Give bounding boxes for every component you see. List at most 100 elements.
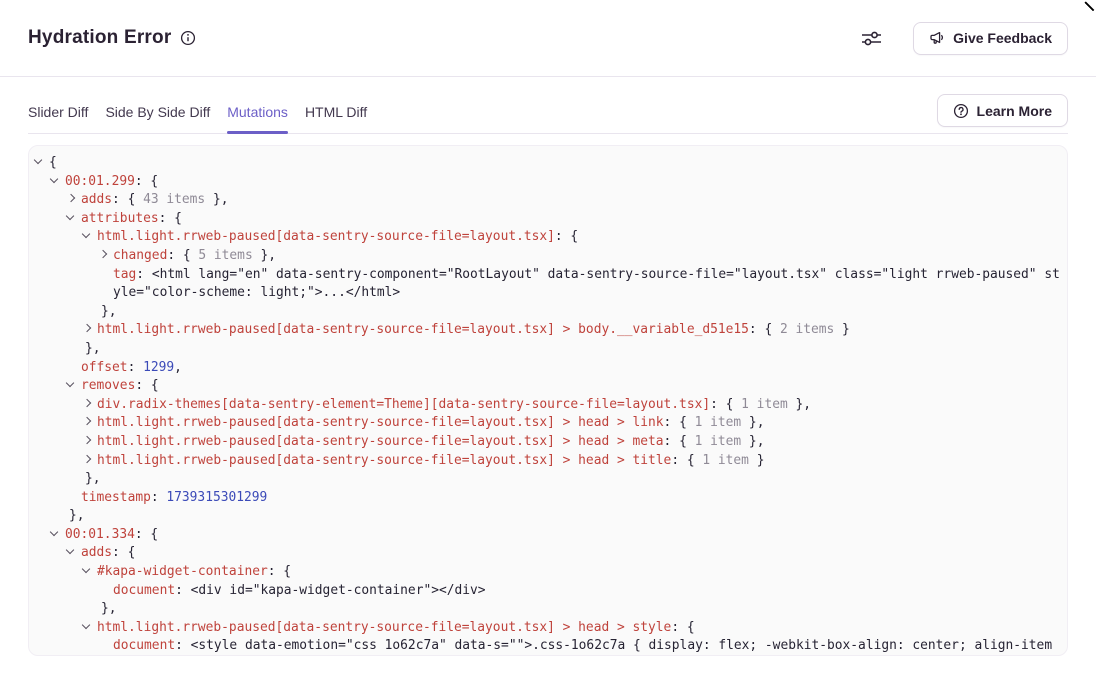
chevron-right-icon[interactable] xyxy=(83,414,97,433)
tree-plain: }, xyxy=(69,508,85,523)
megaphone-icon xyxy=(929,30,945,46)
tree-muted: 43 items xyxy=(143,192,205,207)
tree-key: html.light.rrweb-paused[data-sentry-sour… xyxy=(97,620,671,635)
chevron-down-icon[interactable] xyxy=(35,154,49,173)
tree-num: 1739315301299 xyxy=(166,490,267,505)
tree-key: removes xyxy=(81,378,135,393)
tree-plain: }, xyxy=(101,304,117,319)
tree-key: adds xyxy=(81,545,112,560)
tree-key: tag xyxy=(113,267,136,282)
tree-muted: 1 item xyxy=(702,453,749,468)
tree-key: html.light.rrweb-paused[data-sentry-sour… xyxy=(97,415,664,430)
diff-tabs-bar: Slider Diff Side By Side Diff Mutations HTM… xyxy=(28,77,1068,134)
tree-key: 00:01.299 xyxy=(65,174,135,189)
chevron-down-icon[interactable] xyxy=(83,228,97,247)
tab-mutations[interactable]: Mutations xyxy=(227,94,288,133)
tree-key: html.light.rrweb-paused[data-sentry-sour… xyxy=(97,229,555,244)
tree-closer-row: }, xyxy=(35,600,1061,619)
tree-plain: : { xyxy=(555,229,578,244)
chevron-right-icon[interactable] xyxy=(83,396,97,415)
tree-plain: : { xyxy=(135,527,158,542)
tree-closer-row: }, xyxy=(35,303,1061,322)
tree-row: offset: 1299, xyxy=(35,359,1061,378)
give-feedback-button[interactable]: Give Feedback xyxy=(913,22,1068,55)
tree-plain: : xyxy=(175,583,191,598)
tree-plain: : { xyxy=(664,415,695,430)
tree-row: html.light.rrweb-paused[data-sentry-sour… xyxy=(35,321,1061,340)
tree-row: adds: { 43 items }, xyxy=(35,191,1061,210)
tree-row: tag: <html lang="en" data-sentry-compone… xyxy=(35,266,1061,303)
chevron-right-icon[interactable] xyxy=(83,433,97,452)
question-circle-icon xyxy=(953,103,969,119)
tree-row: html.light.rrweb-paused[data-sentry-sour… xyxy=(35,414,1061,433)
chevron-down-icon[interactable] xyxy=(51,526,65,545)
chevron-right-icon[interactable] xyxy=(83,321,97,340)
tree-plain: : { xyxy=(671,620,694,635)
tree-plain: }, xyxy=(741,434,764,449)
chevron-right-icon[interactable] xyxy=(83,452,97,471)
tree-row: #kapa-widget-container: { xyxy=(35,563,1061,582)
tree-row: 00:01.334: { xyxy=(35,526,1061,545)
tree-plain: }, xyxy=(741,415,764,430)
chevron-down-icon[interactable] xyxy=(67,210,81,229)
tree-muted: 1 item xyxy=(695,434,742,449)
tree-row: html.light.rrweb-paused[data-sentry-sour… xyxy=(35,433,1061,452)
tab-slider-diff[interactable]: Slider Diff xyxy=(28,94,88,133)
tree-key: changed xyxy=(113,248,167,263)
tree-muted: 1 item xyxy=(695,415,742,430)
tree-plain: { xyxy=(49,155,57,170)
tree-closer-row: }, xyxy=(35,470,1061,489)
tab-side-by-side-diff[interactable]: Side By Side Diff xyxy=(105,94,210,133)
chevron-down-icon[interactable] xyxy=(67,377,81,396)
tree-plain: : { xyxy=(112,192,143,207)
mutations-tree: {00:01.299: {adds: { 43 items },attribut… xyxy=(28,145,1068,656)
tree-row: { xyxy=(35,154,1061,173)
chevron-down-icon[interactable] xyxy=(51,173,65,192)
replay-settings-button[interactable] xyxy=(860,29,883,48)
tree-plain: : xyxy=(151,490,167,505)
tree-key: html.light.rrweb-paused[data-sentry-sour… xyxy=(97,322,749,337)
tree-row: html.light.rrweb-paused[data-sentry-sour… xyxy=(35,228,1061,247)
tree-row: div.radix-themes[data-sentry-element=The… xyxy=(35,396,1061,415)
tabs-list: Slider Diff Side By Side Diff Mutations HTM… xyxy=(28,94,367,133)
tree-value: <style data-emotion="css 1o62c7a" data-s… xyxy=(191,638,1052,653)
tree-plain: : xyxy=(175,638,191,653)
tree-muted: 5 items xyxy=(198,248,252,263)
tree-plain: }, xyxy=(205,192,228,207)
tree-key: div.radix-themes[data-sentry-element=The… xyxy=(97,397,710,412)
info-icon[interactable] xyxy=(180,30,196,46)
tree-plain: : { xyxy=(664,434,695,449)
tree-closer-row: }, xyxy=(35,340,1061,359)
tree-plain: : { xyxy=(710,397,741,412)
tree-key: timestamp xyxy=(81,490,151,505)
tree-row: document: <div id="kapa-widget-container… xyxy=(35,582,1061,601)
sliders-icon xyxy=(860,29,883,48)
tree-plain: : { xyxy=(749,322,780,337)
tree-plain: }, xyxy=(85,471,101,486)
chevron-down-icon[interactable] xyxy=(83,563,97,582)
tree-row: document: <style data-emotion="css 1o62c… xyxy=(35,637,1061,656)
tree-key: html.light.rrweb-paused[data-sentry-sour… xyxy=(97,453,671,468)
tree-muted: 1 item xyxy=(741,397,788,412)
chevron-down-icon[interactable] xyxy=(67,544,81,563)
tree-plain: : { xyxy=(135,378,158,393)
tree-row: html.light.rrweb-paused[data-sentry-sour… xyxy=(35,619,1061,638)
chevron-right-icon[interactable] xyxy=(67,191,81,210)
tree-row: 00:01.299: { xyxy=(35,173,1061,192)
tree-plain: : { xyxy=(167,248,198,263)
learn-more-label: Learn More xyxy=(977,103,1052,119)
tree-row: html.light.rrweb-paused[data-sentry-sour… xyxy=(35,452,1061,471)
tree-plain: : { xyxy=(268,564,291,579)
tree-key: 00:01.334 xyxy=(65,527,135,542)
learn-more-button[interactable]: Learn More xyxy=(937,94,1068,127)
tab-html-diff[interactable]: HTML Diff xyxy=(305,94,367,133)
tree-plain: : { xyxy=(135,174,158,189)
tree-key: document xyxy=(113,583,175,598)
tree-plain: : { xyxy=(671,453,702,468)
tree-key: html.light.rrweb-paused[data-sentry-sour… xyxy=(97,434,664,449)
tree-plain: : xyxy=(136,267,152,282)
chevron-down-icon[interactable] xyxy=(83,619,97,638)
chevron-right-icon[interactable] xyxy=(99,247,113,266)
tree-row: timestamp: 1739315301299 xyxy=(35,489,1061,508)
tree-value: <html lang="en" data-sentry-component="R… xyxy=(113,267,1060,301)
